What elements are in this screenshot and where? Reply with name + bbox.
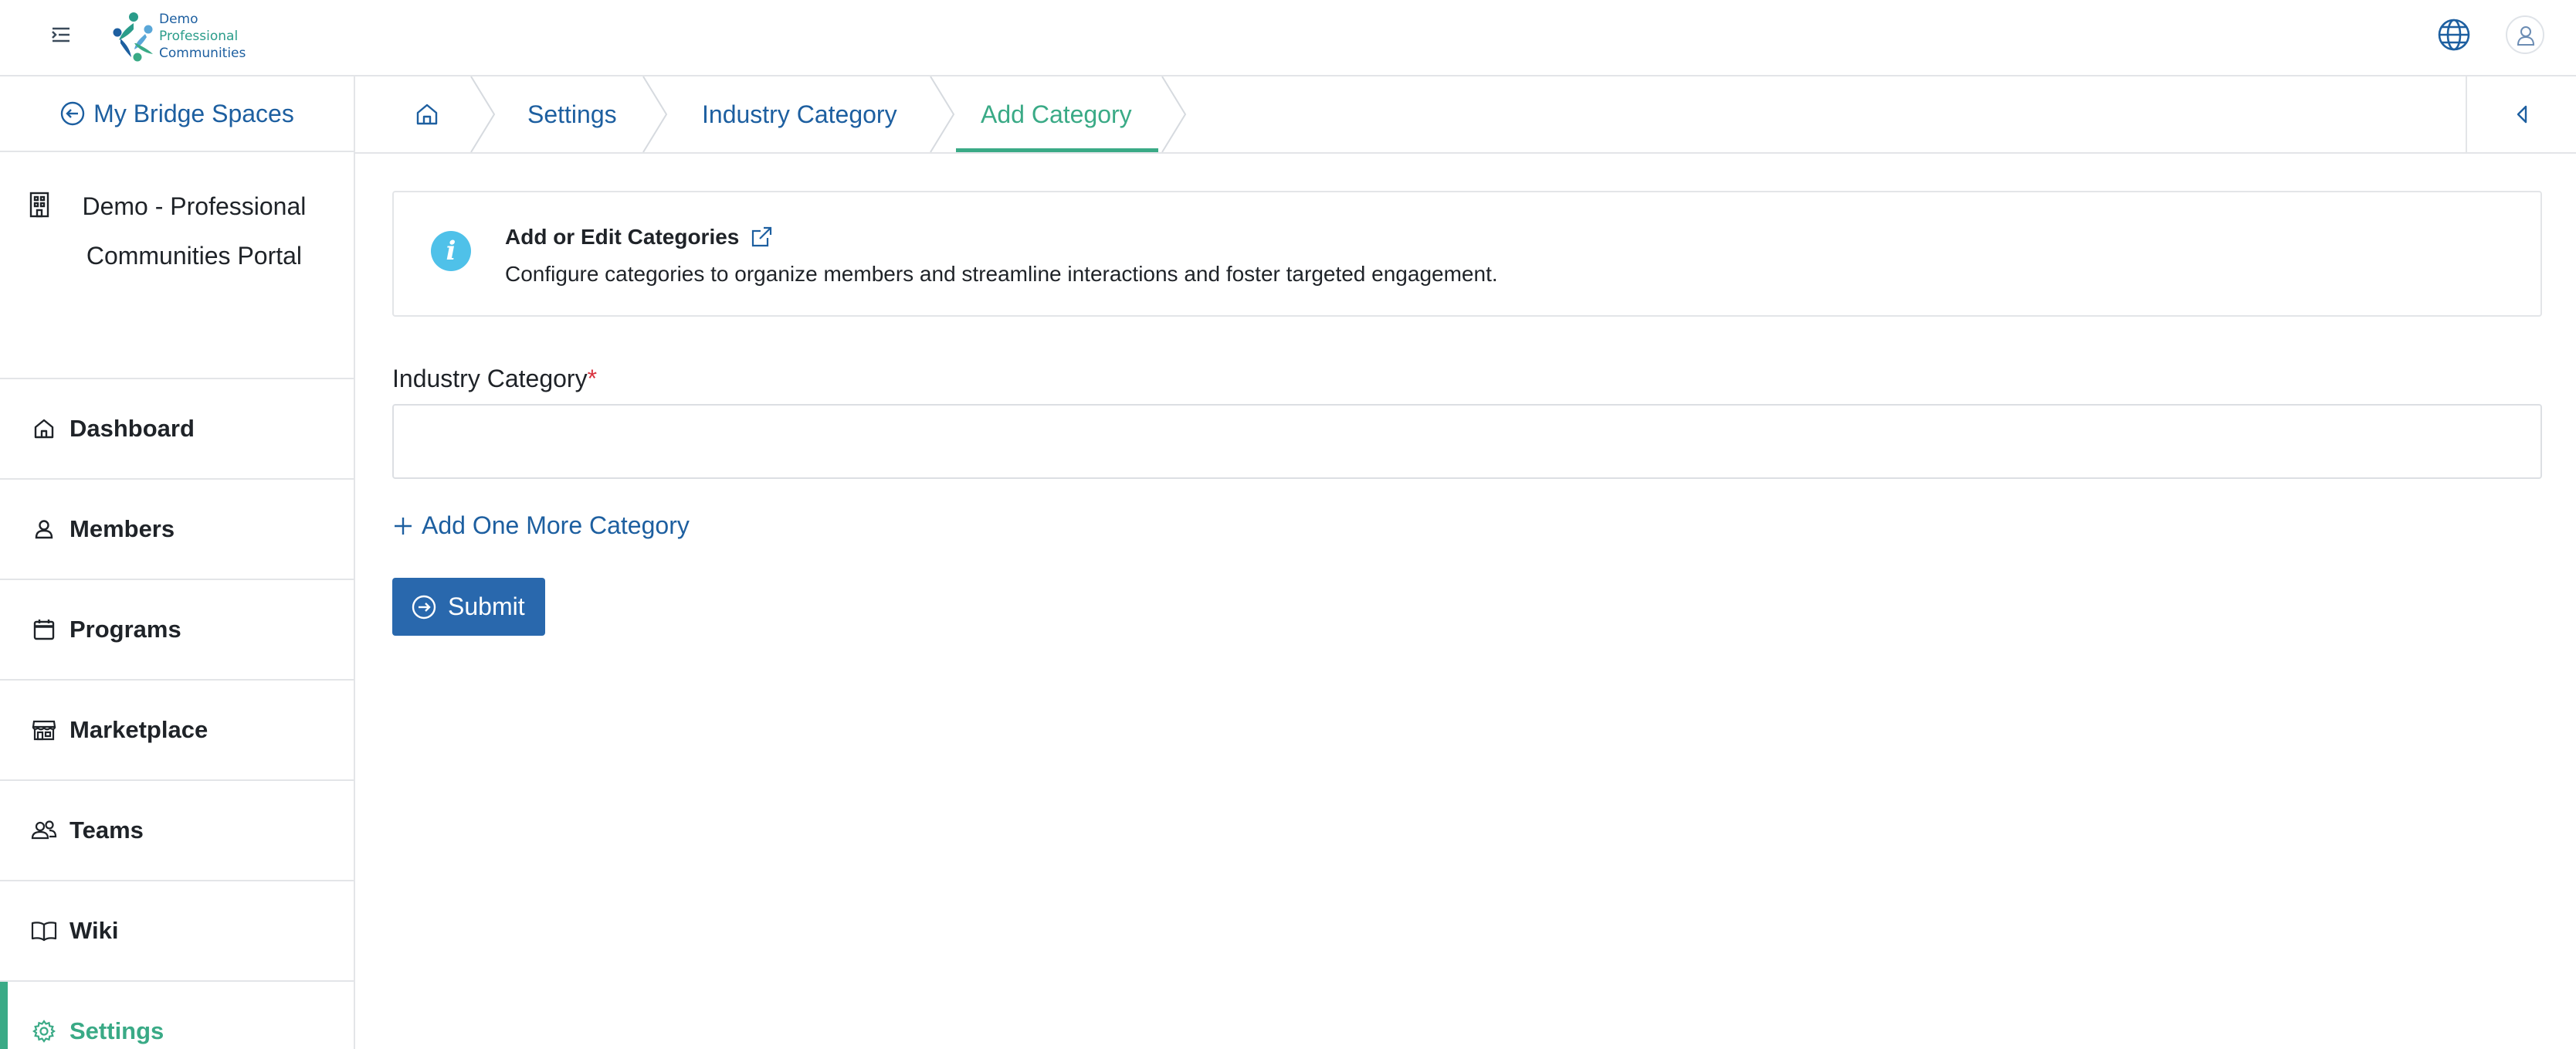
plus-icon [395,517,412,535]
users-icon [31,817,57,844]
home-icon [31,416,57,442]
sidebar-item-teams[interactable]: Teams [0,781,354,881]
sidebar-item-wiki[interactable]: Wiki [0,881,354,982]
sidebar-nav: Dashboard Members Programs Marketplace T… [0,379,354,1049]
industry-category-input[interactable] [392,404,2542,479]
sidebar-item-label: Teams [69,816,144,844]
back-to-spaces-link[interactable]: My Bridge Spaces [0,76,354,152]
breadcrumb-add-category[interactable]: Add Category [981,76,1132,152]
breadcrumb-separator-end [1161,76,1187,152]
industry-category-label: Industry Category* [392,365,597,393]
breadcrumb-home[interactable] [414,76,440,152]
sidebar-item-label: Dashboard [69,415,195,442]
logo-line: Professional [159,29,239,44]
breadcrumb-settings[interactable]: Settings [527,76,617,152]
breadcrumb-label: Settings [527,100,617,128]
portal-name: Demo - Professional Communities Portal [0,152,354,379]
sidebar-item-members[interactable]: Members [0,480,354,580]
user-avatar[interactable] [2506,15,2544,54]
store-icon [31,717,57,743]
sidebar: My Bridge Spaces Demo - Professional Com… [0,76,355,1049]
info-icon: i [431,231,471,271]
globe-icon[interactable] [2436,17,2472,53]
info-title: Add or Edit Categories [505,225,773,250]
sidebar-item-settings[interactable]: Settings [0,982,354,1049]
info-description: Configure categories to organize members… [505,262,1498,286]
arrow-left-circle-icon [60,101,85,126]
info-title-text: Add or Edit Categories [505,225,740,249]
arrow-right-circle-icon [412,595,436,619]
caret-left-icon [2517,105,2527,124]
sidebar-item-dashboard[interactable]: Dashboard [0,379,354,480]
user-icon [31,516,57,542]
required-mark: * [587,365,598,392]
submit-label: Submit [448,592,525,620]
home-icon [416,104,438,125]
info-panel: i Add or Edit Categories Configure categ… [392,191,2542,317]
submit-button[interactable]: Submit [392,578,545,636]
portal-name-text: Demo - Professional Communities Portal [82,192,307,270]
sidebar-item-label: Programs [69,616,181,643]
breadcrumb-label: Add Category [981,100,1132,128]
logo-line: Communities [159,46,246,61]
sidebar-item-label: Marketplace [69,716,208,743]
top-bar: Demo Professional Communities [0,0,2576,76]
sidebar-item-programs[interactable]: Programs [0,580,354,681]
breadcrumb: Settings Industry Category Add Category [355,76,2576,154]
sidebar-item-label: Members [69,515,175,542]
building-icon [29,192,49,218]
sidebar-item-marketplace[interactable]: Marketplace [0,681,354,781]
add-more-label: Add One More Category [422,511,690,539]
brand-logo-text: Demo Professional Communities [159,11,246,62]
external-link-icon[interactable] [750,226,773,249]
calendar-icon [31,616,57,643]
field-label-text: Industry Category [392,365,588,392]
book-icon [31,918,57,944]
breadcrumb-label: Industry Category [702,100,897,128]
collapse-panel-button[interactable] [2466,76,2576,152]
logo-line: Demo [159,12,198,27]
menu-toggle-icon[interactable] [48,23,76,46]
gear-icon [31,1018,57,1044]
add-more-category-link[interactable]: Add One More Category [392,511,690,540]
sidebar-item-label: Settings [69,1017,164,1044]
back-link-label: My Bridge Spaces [93,99,294,127]
sidebar-item-label: Wiki [69,917,119,944]
active-tab-indicator [956,148,1158,152]
breadcrumb-industry-category[interactable]: Industry Category [702,76,897,152]
